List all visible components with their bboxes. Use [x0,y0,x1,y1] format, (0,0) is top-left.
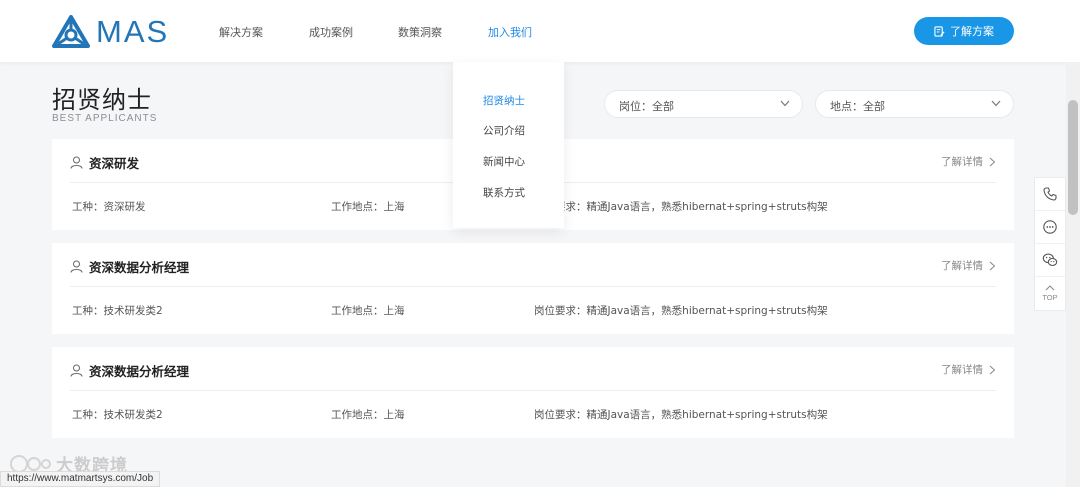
chat-icon [1043,220,1057,234]
wechat-icon [1042,253,1058,267]
job-location: 工作地点：上海 [331,201,405,213]
logo[interactable]: MAS [52,15,169,49]
join-us-dropdown: 招贤纳士 公司介绍 新闻中心 联系方式 [453,62,564,228]
job-title-row: 资深数据分析经理 [70,257,189,276]
job-card: 资深数据分析经理 了解详情 工种：技术研发类2 工作地点：上海 岗位要求：精通J… [52,243,1014,334]
nav-item-solutions[interactable]: 解决方案 [219,24,263,40]
position-filter-value: 岗位：全部 [619,100,674,113]
scrollbar[interactable] [1066,62,1080,487]
floating-contact-bar: TOP [1034,177,1066,311]
logo-text: MAS [96,14,170,49]
dropdown-item-about[interactable]: 公司介绍 [483,123,525,138]
chevron-right-icon [989,157,996,166]
site-header: MAS 解决方案 成功案例 数策洞察 加入我们 了解方案 [0,0,1080,62]
job-type: 工种：资深研发 [72,201,146,213]
nav-item-cases[interactable]: 成功案例 [309,24,353,40]
job-details-link[interactable]: 了解详情 [941,362,996,377]
dropdown-item-contact[interactable]: 联系方式 [483,185,525,200]
job-requirement: 岗位要求：精通Java语言，熟悉hibernat+spring+struts构架 [534,305,828,317]
document-edit-icon [934,25,945,37]
job-title: 资深数据分析经理 [89,260,190,275]
job-details-label: 了解详情 [941,260,983,272]
job-card: 资深数据分析经理 了解详情 工种：技术研发类2 工作地点：上海 岗位要求：精通J… [52,347,1014,438]
arrow-up-icon [1045,285,1055,291]
chevron-right-icon [989,261,996,270]
wechat-button[interactable] [1035,244,1065,277]
learn-solution-label: 了解方案 [950,25,994,38]
user-icon [70,364,83,377]
job-title: 资深数据分析经理 [89,364,190,379]
phone-button[interactable] [1035,178,1065,211]
job-location: 工作地点：上海 [331,305,405,317]
job-requirement: 岗位要求：精通Java语言，熟悉hibernat+spring+struts构架 [534,201,828,213]
page-title: 招贤纳士 [52,86,152,114]
dropdown-item-careers[interactable]: 招贤纳士 [483,93,525,108]
job-type: 工种：技术研发类2 [72,409,163,421]
job-location: 工作地点：上海 [331,409,405,421]
job-type: 工种：技术研发类2 [72,305,163,317]
learn-solution-button[interactable]: 了解方案 [914,17,1014,45]
dropdown-item-news[interactable]: 新闻中心 [483,154,525,169]
job-title-row: 资深研发 [70,153,139,172]
nav-item-insights[interactable]: 数策洞察 [398,24,442,40]
top-label: TOP [1042,293,1058,302]
logo-icon [52,15,90,48]
location-filter-value: 地点：全部 [830,100,885,113]
page-subtitle: BEST APPLICANTS [52,113,158,124]
location-filter-select[interactable]: 地点：全部 [815,90,1014,118]
job-requirement: 岗位要求：精通Java语言，熟悉hibernat+spring+struts构架 [534,409,828,421]
chevron-down-icon [991,100,1001,107]
job-details-link[interactable]: 了解详情 [941,154,996,169]
chevron-right-icon [989,365,996,374]
scrollbar-thumb[interactable] [1068,100,1078,215]
job-title: 资深研发 [89,156,140,171]
user-icon [70,156,83,169]
divider [70,390,996,391]
job-details-label: 了解详情 [941,156,983,168]
back-to-top-button[interactable]: TOP [1035,277,1065,310]
job-title-row: 资深数据分析经理 [70,361,189,380]
job-details-link[interactable]: 了解详情 [941,258,996,273]
nav-item-join-us[interactable]: 加入我们 [488,24,532,40]
chat-button[interactable] [1035,211,1065,244]
phone-icon [1043,187,1057,201]
position-filter-select[interactable]: 岗位：全部 [604,90,803,118]
status-bar-url: https://www.matmartsys.com/Job [0,471,161,487]
user-icon [70,260,83,273]
chevron-down-icon [780,100,790,107]
job-details-label: 了解详情 [941,364,983,376]
divider [70,286,996,287]
